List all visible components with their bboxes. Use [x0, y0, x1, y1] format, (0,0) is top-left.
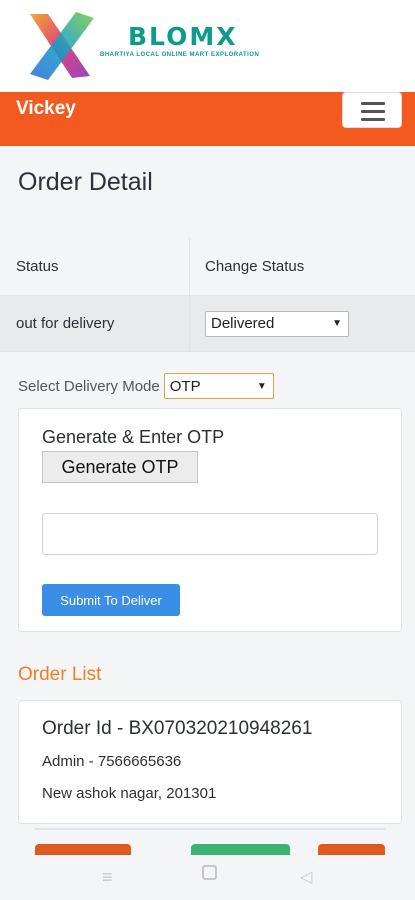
order-card[interactable]: Order Id - BX070320210948261 Admin - 756…: [18, 700, 402, 824]
order-list-title: Order List: [18, 664, 102, 685]
order-card-divider: [35, 828, 385, 830]
change-status-cell: Delivered ▼: [190, 296, 349, 351]
hamburger-menu-button[interactable]: [342, 92, 402, 128]
page-title: Order Detail: [18, 168, 153, 196]
delivery-mode-label: Select Delivery Mode: [18, 377, 160, 395]
status-table-header-row: Status Change Status: [0, 238, 415, 296]
current-status: out for delivery: [0, 296, 190, 351]
otp-heading: Generate & Enter OTP: [42, 427, 225, 447]
otp-input[interactable]: [42, 513, 378, 555]
hamburger-menu-icon: [361, 110, 385, 113]
status-table: Status Change Status out for delivery De…: [0, 238, 415, 352]
change-status-value: Delivered: [211, 315, 275, 332]
recent-apps-icon[interactable]: ≡: [102, 867, 113, 888]
delivery-mode-value: OTP: [169, 377, 201, 395]
brand-name: BLOMX: [128, 22, 238, 51]
brand-tagline: BHARTIYA LOCAL ONLINE MART EXPLORATION: [100, 52, 260, 58]
change-status-header: Change Status: [205, 258, 305, 275]
dropdown-arrow-icon: ▼: [332, 318, 342, 329]
order-id: Order Id - BX070320210948261: [42, 718, 313, 739]
back-icon[interactable]: ◁: [300, 867, 312, 887]
status-table-row: out for delivery Delivered ▼: [0, 296, 415, 352]
order-address: New ashok nagar, 201301: [42, 785, 217, 802]
dropdown-arrow-icon: ▼: [256, 380, 267, 392]
delivery-mode-row: Select Delivery Mode OTP ▼: [18, 373, 274, 399]
status-header: Status: [0, 238, 190, 295]
delivery-mode-select[interactable]: OTP ▼: [163, 373, 274, 399]
hamburger-menu-icon: [361, 118, 385, 121]
order-contact: Admin - 7566665636: [42, 753, 182, 770]
system-nav-bar: ≡ ◁: [0, 855, 415, 900]
otp-card: Generate & Enter OTP Generate OTP Submit…: [18, 408, 402, 632]
blomx-x-logo-icon: [30, 12, 94, 80]
top-nav-bar: Vickey: [0, 92, 415, 146]
logo-header: BLOMX BHARTIYA LOCAL ONLINE MART EXPLORA…: [0, 0, 415, 92]
change-status-select[interactable]: Delivered ▼: [205, 310, 349, 337]
home-icon[interactable]: [202, 865, 217, 880]
submit-to-deliver-button[interactable]: Submit To Deliver: [42, 584, 180, 616]
hamburger-menu-icon: [361, 102, 385, 105]
generate-otp-button[interactable]: Generate OTP: [42, 451, 198, 483]
user-name: Vickey: [16, 98, 76, 119]
